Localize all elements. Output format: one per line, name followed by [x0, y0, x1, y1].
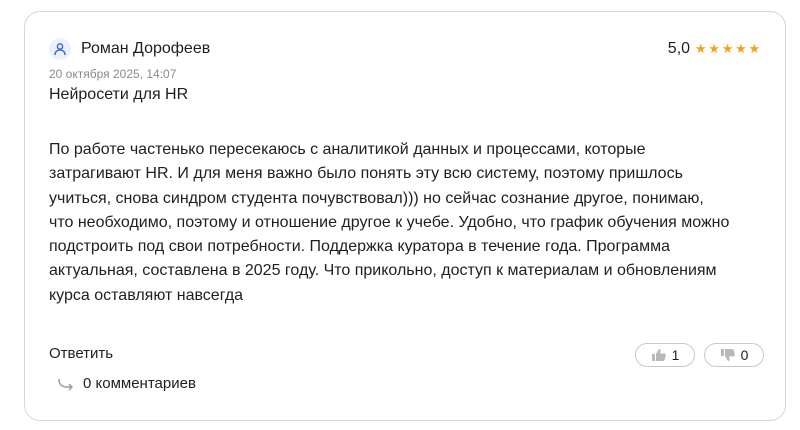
rating-stars: ★ ★ ★ ★ ★	[694, 39, 761, 59]
review-body: По работе частенько пересекаюсь с аналит…	[49, 138, 769, 308]
review-body-line: По работе частенько пересекаюсь с аналит…	[49, 141, 646, 158]
avatar	[49, 38, 71, 60]
review-title: Нейросети для HR	[49, 86, 189, 103]
star-icon: ★	[735, 41, 747, 56]
star-icon: ★	[721, 41, 734, 56]
rating: 5,0 ★ ★ ★ ★ ★	[668, 39, 761, 59]
review-body-line: затрагивают HR. И для меня важно было по…	[49, 165, 683, 183]
user-icon	[54, 43, 66, 56]
reply-arrow-icon	[58, 378, 73, 391]
review-header: Роман Дорофеев 5,0 ★ ★ ★ ★ ★	[49, 38, 761, 60]
likes-count: 1	[671, 347, 680, 363]
review-body-line: что необходимо, поэтому и отношение друг…	[49, 213, 730, 231]
dislikes-count: 0	[740, 347, 749, 363]
review-date: 20 октября 2025, 14:07	[49, 67, 177, 81]
review-body-line: актуальная, составлена в 2025 году. Что …	[49, 262, 717, 280]
comments-link[interactable]: 0 комментариев	[57, 374, 196, 394]
rating-value: 5,0	[667, 40, 691, 57]
star-icon: ★	[708, 41, 720, 56]
review-body-line: курса оставляют навсегда	[49, 286, 244, 304]
reply-button[interactable]: Ответить	[49, 344, 113, 364]
star-icon: ★	[748, 41, 761, 56]
thumbs-up-icon	[651, 349, 666, 361]
comments-count: 0 комментариев	[83, 375, 196, 392]
review-card: Роман Дорофеев 5,0 ★ ★ ★ ★ ★ 20 октября …	[24, 11, 786, 421]
author-name: Роман Дорофеев	[81, 40, 211, 57]
star-icon: ★	[694, 41, 707, 56]
like-button[interactable]: 1	[635, 343, 695, 367]
review-body-line: учиться, снова синдром студента почувств…	[49, 189, 704, 207]
dislike-button[interactable]: 0	[704, 343, 764, 367]
thumbs-down-icon	[720, 349, 735, 361]
review-body-line: подстроить под свои потребности. Поддерж…	[49, 238, 670, 256]
